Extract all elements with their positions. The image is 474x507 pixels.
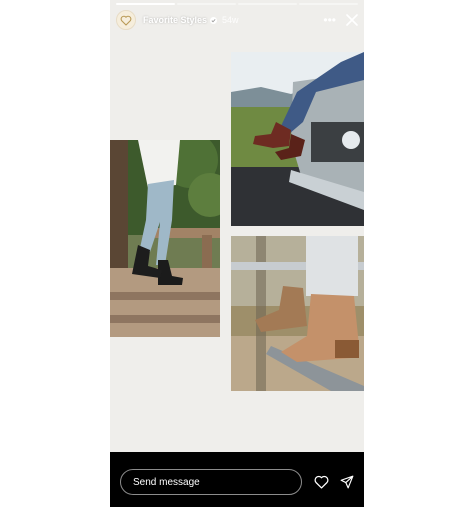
story-photo-brown-boots-truck — [231, 52, 364, 226]
avatar[interactable] — [116, 10, 136, 30]
story-username[interactable]: Favorite Styles — [143, 15, 207, 25]
verified-badge-icon — [210, 16, 218, 24]
send-icon[interactable] — [340, 475, 354, 489]
story-viewer[interactable]: Favorite Styles 54w ••• — [110, 0, 364, 507]
more-horizontal-icon[interactable]: ••• — [323, 14, 336, 26]
story-footer — [110, 452, 364, 507]
heart-outline-icon — [120, 15, 132, 26]
story-progress-bar — [116, 3, 358, 5]
progress-segment — [299, 3, 358, 5]
progress-segment — [238, 3, 297, 5]
send-message-input[interactable] — [120, 469, 302, 495]
close-icon[interactable] — [346, 14, 358, 26]
progress-segment — [116, 3, 175, 5]
progress-segment — [177, 3, 236, 5]
story-photo-tan-boots-fence — [231, 236, 364, 391]
story-photo-black-boots — [110, 140, 220, 337]
heart-icon[interactable] — [314, 475, 329, 489]
story-header: Favorite Styles 54w ••• — [116, 9, 358, 31]
story-canvas — [110, 0, 364, 452]
story-timestamp: 54w — [222, 15, 239, 25]
